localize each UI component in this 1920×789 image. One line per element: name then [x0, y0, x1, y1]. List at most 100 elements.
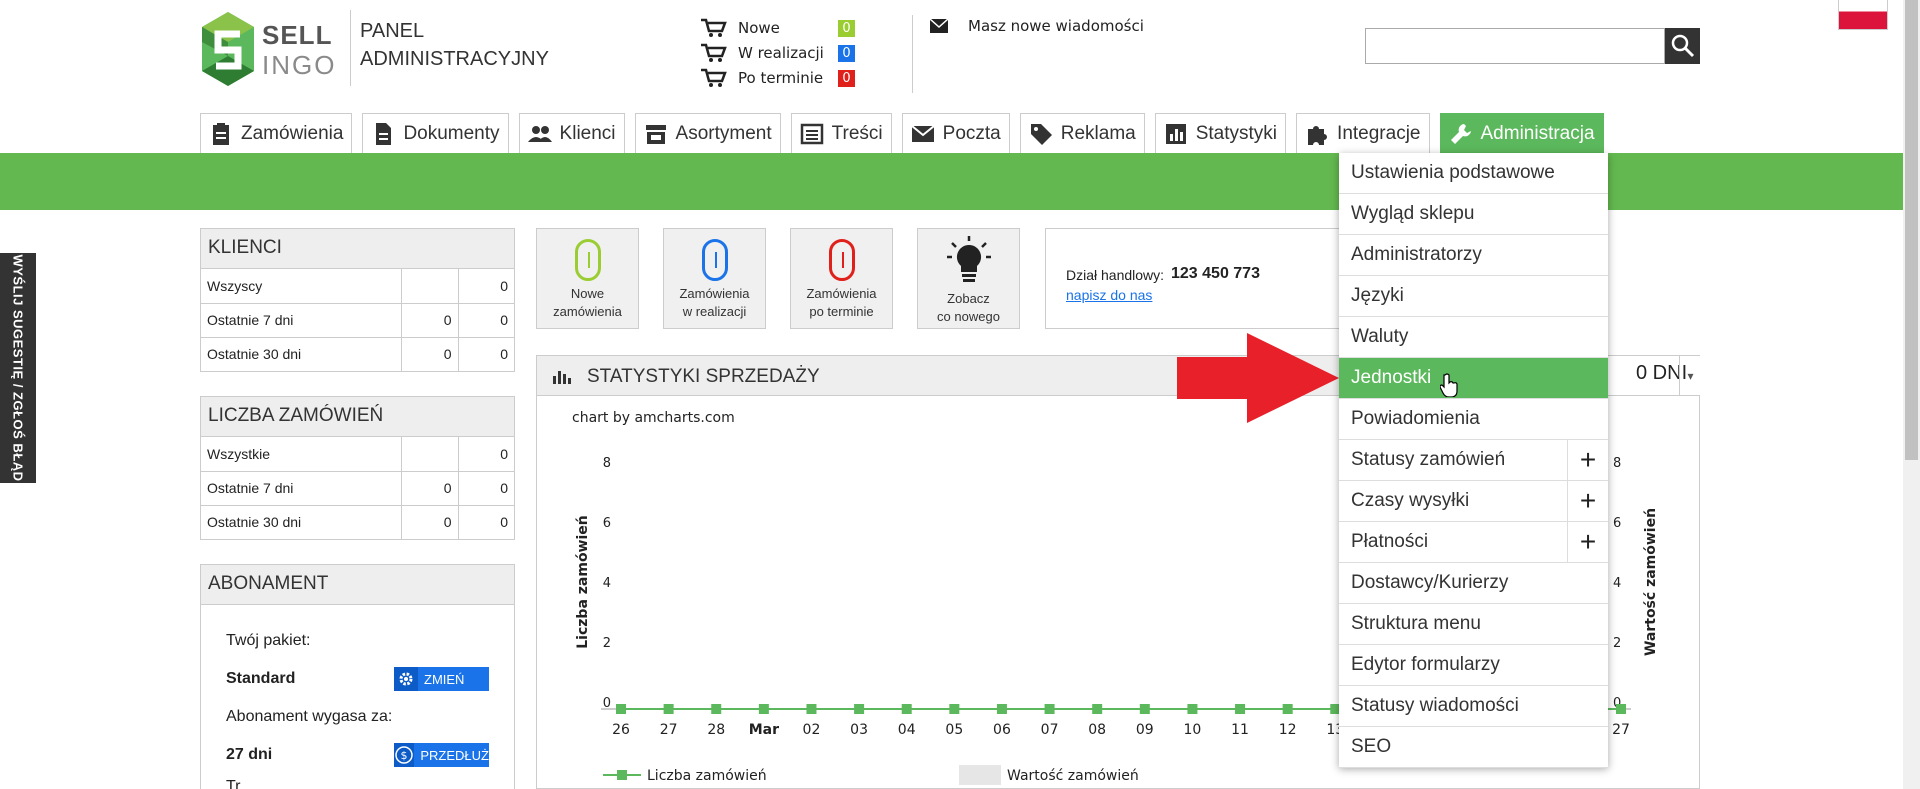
logo-text-ingo: INGO [262, 50, 337, 80]
nav-integracje[interactable]: Integracje [1296, 113, 1430, 153]
tile-label-line1: Zamówienia [679, 286, 750, 301]
y-axis-label-left: Liczba zamówień [575, 515, 591, 649]
change-package-label: ZMIEŃ [424, 671, 465, 687]
nav-klienci[interactable]: Klienci [518, 113, 625, 153]
x-tick-label: 12 [1279, 722, 1297, 738]
menu-item-waluty[interactable]: Waluty [1339, 317, 1608, 358]
row-value-b: 0 [458, 437, 514, 472]
order-status-new[interactable]: Nowe 0 [700, 16, 855, 40]
plus-icon[interactable]: + [1567, 440, 1608, 480]
menu-item-dostawcy-kurierzy[interactable]: Dostawcy/Kurierzy [1339, 563, 1608, 604]
mail-icon [911, 124, 935, 142]
nav-administracja[interactable]: Administracja [1439, 113, 1604, 153]
menu-item-języki[interactable]: Języki [1339, 276, 1608, 317]
data-point [663, 704, 674, 714]
menu-item-label: Administratorzy [1351, 244, 1482, 265]
tile-orders-overdue[interactable]: Zamówienia po terminie [790, 228, 893, 329]
x-tick-label: 04 [898, 722, 916, 738]
menu-item-płatności[interactable]: Płatności + [1339, 522, 1608, 563]
nav-zamówienia[interactable]: Zamówienia [200, 113, 353, 153]
data-point [1616, 704, 1626, 714]
svg-text:$: $ [401, 749, 408, 762]
sellingo-logo[interactable]: SELL INGO [200, 10, 350, 88]
menu-item-czasy-wysyłki[interactable]: Czasy wysyłki + [1339, 481, 1608, 522]
subscription-box: ABONAMENT Twój pakiet: Standard ZMIEŃ Ab… [200, 564, 515, 789]
expires-value: 27 dni [226, 746, 273, 763]
row-value-b: 0 [458, 303, 514, 338]
nav-statystyki[interactable]: Statystyki [1154, 113, 1287, 153]
y-tick-right: 4 [1613, 576, 1621, 591]
tile-whats-new[interactable]: Zobacz co nowego [917, 228, 1020, 329]
tile-orders-in-progress[interactable]: Zamówienia w realizacji [663, 228, 766, 329]
order-status-label: W realizacji [738, 44, 824, 62]
nav-asortyment[interactable]: Asortyment [634, 113, 781, 153]
x-tick-label: 02 [803, 722, 821, 738]
clients-box: KLIENCI Wszyscy 0 Ostatnie 7 dni 0 0 Ostatnie… [200, 228, 515, 372]
tile-label-line2: zamówienia [553, 304, 622, 319]
write-to-us-link[interactable]: napisz do nas [1066, 287, 1152, 303]
chevron-down-icon: ▾ [1679, 356, 1701, 395]
menu-item-administratorzy[interactable]: Administratorzy [1339, 235, 1608, 276]
people-icon [527, 125, 552, 142]
menu-item-ustawienia-podstawowe[interactable]: Ustawienia podstawowe [1339, 153, 1608, 194]
order-status-overdue[interactable]: Po terminie 0 [700, 66, 855, 90]
nav-label: Administracja [1480, 122, 1595, 144]
menu-item-statusy-wiadomości[interactable]: Statusy wiadomości [1339, 686, 1608, 727]
plus-icon[interactable]: + [1567, 481, 1608, 521]
extend-subscription-button[interactable]: $ PRZEDŁUŻ [394, 743, 489, 767]
menu-item-edytor-formularzy[interactable]: Edytor formularzy [1339, 645, 1608, 686]
menu-item-seo[interactable]: SEO [1339, 727, 1608, 768]
menu-item-label: Waluty [1351, 326, 1409, 347]
plus-icon[interactable]: + [1567, 522, 1608, 562]
package-label: Twój pakiet: [226, 632, 311, 649]
menu-item-struktura-menu[interactable]: Struktura menu [1339, 604, 1608, 645]
order-status-badge: 0 [838, 69, 855, 87]
nav-dokumenty[interactable]: Dokumenty [362, 113, 509, 153]
row-label: Ostatnie 30 dni [201, 505, 402, 539]
subscription-cut-label: Tr [226, 778, 241, 789]
scrollbar-thumb[interactable] [1905, 0, 1918, 460]
row-value-a: 0 [401, 337, 459, 371]
order-status-label: Nowe [738, 19, 780, 37]
nav-poczta[interactable]: Poczta [901, 113, 1010, 153]
tile-new-orders[interactable]: Nowe zamówienia [536, 228, 639, 329]
search-icon [1671, 34, 1694, 58]
tile-label-line1: Zobacz [947, 291, 990, 306]
data-point [758, 704, 769, 714]
menu-item-jednostki[interactable]: Jednostki [1339, 358, 1608, 399]
menu-item-statusy-zamówień[interactable]: Statusy zamówień + [1339, 440, 1608, 481]
data-point [949, 704, 960, 714]
document-icon [376, 122, 392, 145]
order-status-in-progress[interactable]: W realizacji 0 [700, 41, 855, 65]
language-flag-pl[interactable] [1838, 0, 1888, 30]
row-value-b: 0 [458, 269, 514, 304]
order-status-label: Po terminie [738, 69, 824, 87]
tile-label-line2: w realizacji [682, 304, 747, 319]
messages-link[interactable]: Masz nowe wiadomości [930, 17, 1144, 35]
nav-reklama[interactable]: Reklama [1019, 113, 1145, 153]
menu-item-label: Statusy wiadomości [1351, 695, 1519, 716]
menu-item-wygląd-sklepu[interactable]: Wygląd sklepu [1339, 194, 1608, 235]
nav-treści[interactable]: Treści [790, 113, 892, 153]
nav-label: Statystyki [1195, 122, 1278, 144]
y-tick-right: 2 [1613, 636, 1621, 651]
panel-title-line1: PANEL [360, 20, 425, 42]
data-point [901, 704, 912, 714]
data-point [616, 704, 626, 714]
feedback-tab[interactable]: WYŚLIJ SUGESTIĘ / ZGŁOŚ BŁĄD [0, 253, 36, 483]
tile-label-line1: Zamówienia [806, 286, 877, 301]
x-tick-label: 06 [993, 722, 1011, 738]
date-range-select[interactable]: 0 DNI ▾ [1597, 356, 1701, 395]
store-icon [645, 124, 666, 144]
feedback-tab-label: WYŚLIJ SUGESTIĘ / ZGŁOŚ BŁĄD [10, 254, 26, 482]
y-axis-label-right: Wartość zamówień [1643, 508, 1659, 656]
search-input[interactable] [1365, 28, 1665, 64]
change-package-button[interactable]: ZMIEŃ [394, 667, 489, 691]
search-button[interactable] [1665, 28, 1700, 64]
x-tick-label: 11 [1231, 722, 1249, 738]
data-point [711, 704, 722, 714]
table-row: Wszyscy 0 [201, 269, 514, 304]
chart-credit: chart by amcharts.com [572, 410, 735, 426]
menu-item-powiadomienia[interactable]: Powiadomienia [1339, 399, 1608, 440]
expires-label: Abonament wygasa za: [226, 708, 393, 725]
